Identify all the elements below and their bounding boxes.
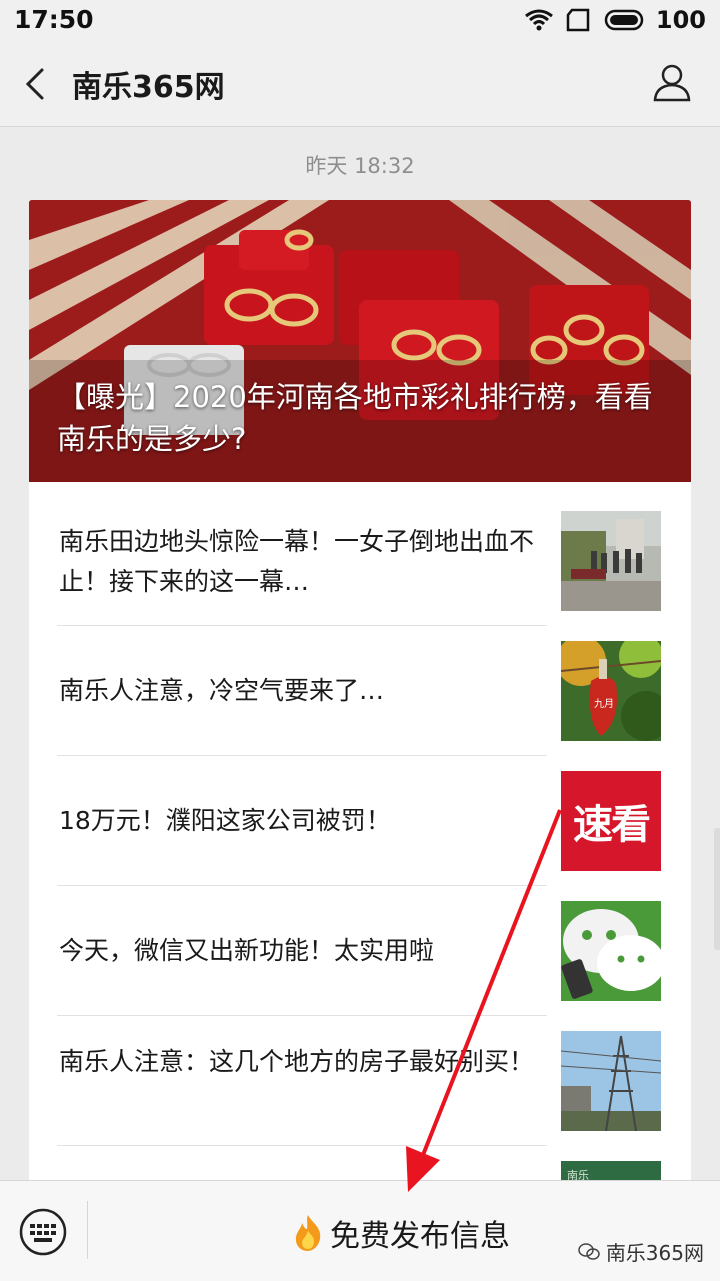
- list-item[interactable]: 南乐田边地头惊险一幕！一女子倒地出血不止！接下来的这一幕…: [29, 496, 691, 626]
- status-bar: 17:50 100: [0, 0, 720, 42]
- keyboard-icon[interactable]: [18, 1207, 68, 1257]
- publish-info-menu-button[interactable]: 免费发布信息: [290, 1211, 510, 1255]
- article-thumbnail: [561, 1031, 661, 1131]
- fire-icon: [295, 1215, 321, 1251]
- divider: [87, 1201, 88, 1259]
- page-title: 南乐365网: [72, 70, 225, 105]
- profile-icon[interactable]: [652, 62, 692, 102]
- wechat-icon: [578, 1242, 600, 1260]
- scroll-handle[interactable]: [714, 828, 720, 950]
- list-item[interactable]: 今天，微信又出新功能！太实用啦: [29, 886, 691, 1016]
- battery-icon: [604, 9, 644, 31]
- battery-level: 100: [655, 6, 706, 34]
- article-card: 【曝光】2020年河南各地市彩礼排行榜，看看南乐的是多少? 南乐田边地头惊险一幕…: [29, 200, 691, 1200]
- back-arrow-icon[interactable]: [18, 64, 58, 104]
- bottom-menu-bar: 免费发布信息 南乐365网: [0, 1180, 720, 1281]
- article-title: 今天，微信又出新功能！太实用啦: [59, 936, 435, 965]
- article-title: 南乐人注意：这几个地方的房子最好别买！: [59, 1047, 535, 1076]
- article-thumbnail: 速看: [561, 771, 661, 871]
- menu-label: 免费发布信息: [330, 1219, 510, 1254]
- list-item[interactable]: 南乐人注意，冷空气要来了… 九月: [29, 626, 691, 756]
- nav-bar: 南乐365网: [0, 42, 720, 127]
- article-thumbnail: [561, 511, 661, 611]
- hero-article[interactable]: 【曝光】2020年河南各地市彩礼排行榜，看看南乐的是多少?: [29, 200, 691, 482]
- hero-title: 【曝光】2020年河南各地市彩礼排行榜，看看南乐的是多少?: [57, 380, 653, 456]
- month-tag: 九月: [594, 698, 614, 710]
- watermark-text: 南乐365网: [605, 1241, 704, 1265]
- article-thumbnail: [561, 901, 661, 1001]
- message-timestamp: 昨天 18:32: [305, 154, 415, 178]
- status-time: 17:50: [14, 5, 94, 34]
- list-item[interactable]: 南乐人注意：这几个地方的房子最好别买！: [29, 1016, 691, 1146]
- list-item[interactable]: 18万元！濮阳这家公司被罚！ 速看: [29, 756, 691, 886]
- wifi-icon: [524, 9, 553, 31]
- article-title: 南乐人注意，冷空气要来了…: [59, 676, 385, 705]
- status-icons: 100: [524, 6, 706, 34]
- article-title: 南乐田边地头惊险一幕！一女子倒地出血不止！接下来的这一幕…: [59, 527, 535, 596]
- article-title: 18万元！濮阳这家公司被罚！: [59, 806, 391, 835]
- thumbnail-text: 速看: [573, 802, 651, 848]
- sim-icon: [566, 8, 590, 32]
- watermark: 南乐365网: [578, 1237, 704, 1266]
- article-thumbnail: 九月: [561, 641, 661, 741]
